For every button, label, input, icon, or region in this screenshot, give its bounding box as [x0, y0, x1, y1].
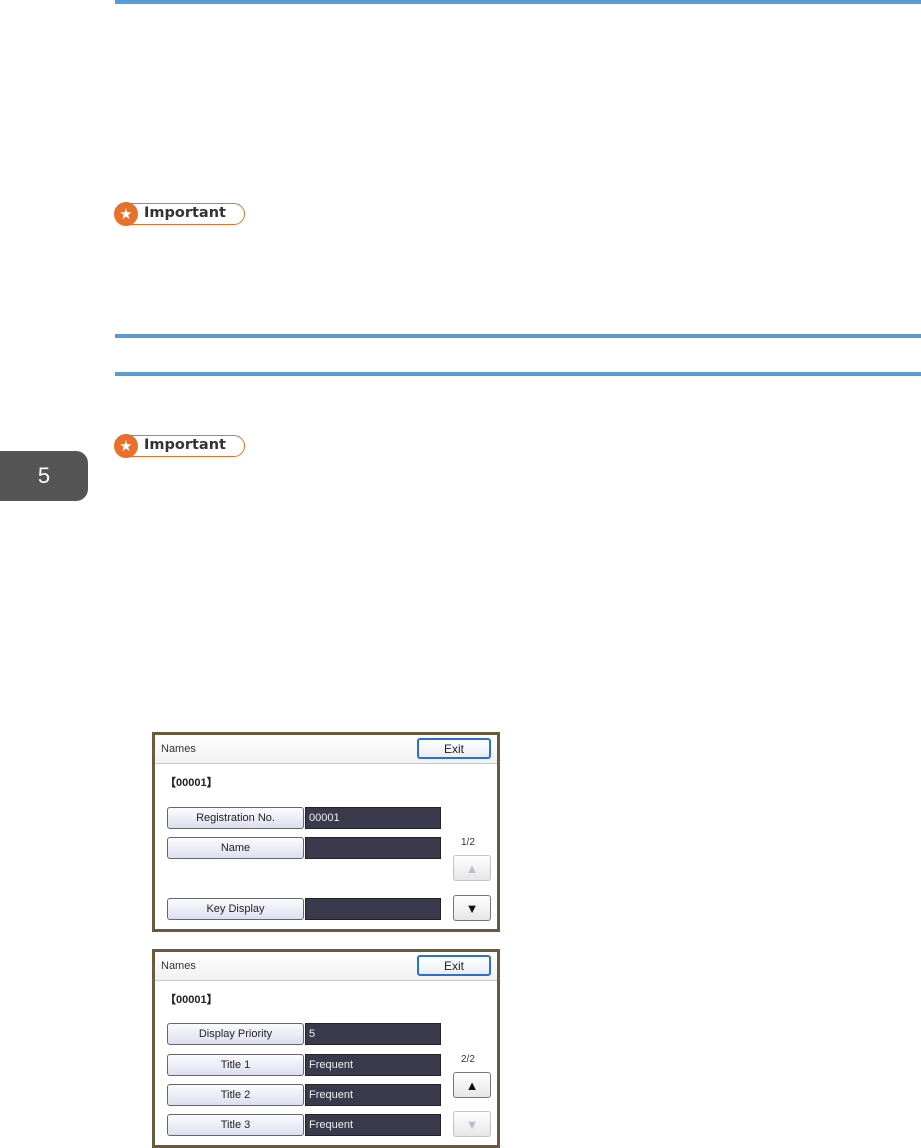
important-badge: ★ Important	[114, 202, 245, 226]
section-rule-top	[115, 334, 921, 338]
display-priority-button[interactable]: Display Priority	[167, 1023, 304, 1045]
key-display-value	[305, 898, 441, 920]
registration-no-value: 00001	[305, 807, 441, 829]
key-display-button[interactable]: Key Display	[167, 898, 304, 920]
display-priority-value: 5	[305, 1023, 441, 1045]
names-panel-page-2: Names Exit 【00001】 Display Priority 5 Ti…	[152, 949, 500, 1148]
name-value	[305, 837, 441, 859]
page-indicator: 2/2	[461, 1054, 475, 1065]
star-icon: ★	[114, 434, 138, 458]
title-2-button[interactable]: Title 2	[167, 1084, 304, 1106]
exit-button[interactable]: Exit	[417, 955, 491, 976]
page-indicator: 1/2	[461, 837, 475, 848]
important-badge: ★ Important	[114, 434, 245, 458]
panel-title: Names	[161, 743, 196, 755]
name-button[interactable]: Name	[167, 837, 304, 859]
arrow-down-icon: ▼	[465, 1116, 479, 1132]
record-id: 【00001】	[165, 994, 218, 1006]
top-rule	[115, 0, 921, 4]
arrow-down-icon: ▼	[465, 900, 479, 916]
arrow-up-icon: ▲	[465, 1077, 479, 1093]
title-3-button[interactable]: Title 3	[167, 1114, 304, 1136]
important-label: Important	[144, 437, 226, 453]
chapter-tab: 5	[0, 451, 88, 501]
panel-header: Names Exit	[155, 952, 497, 981]
scroll-up-button[interactable]: ▲	[453, 1072, 491, 1098]
title-3-value: Frequent	[305, 1114, 441, 1136]
scroll-down-button[interactable]: ▼	[453, 895, 491, 921]
panel-title: Names	[161, 960, 196, 972]
names-panel-page-1: Names Exit 【00001】 Registration No. 0000…	[152, 732, 500, 932]
title-1-value: Frequent	[305, 1054, 441, 1076]
title-2-value: Frequent	[305, 1084, 441, 1106]
panel-header: Names Exit	[155, 735, 497, 764]
arrow-up-icon: ▲	[465, 860, 479, 876]
record-id: 【00001】	[165, 777, 218, 789]
important-label: Important	[144, 205, 226, 221]
section-rule-bottom	[115, 372, 921, 376]
exit-button[interactable]: Exit	[417, 738, 491, 759]
star-icon: ★	[114, 202, 138, 226]
scroll-up-button[interactable]: ▲	[453, 855, 491, 881]
scroll-down-button[interactable]: ▼	[453, 1111, 491, 1137]
title-1-button[interactable]: Title 1	[167, 1054, 304, 1076]
registration-no-button[interactable]: Registration No.	[167, 807, 304, 829]
